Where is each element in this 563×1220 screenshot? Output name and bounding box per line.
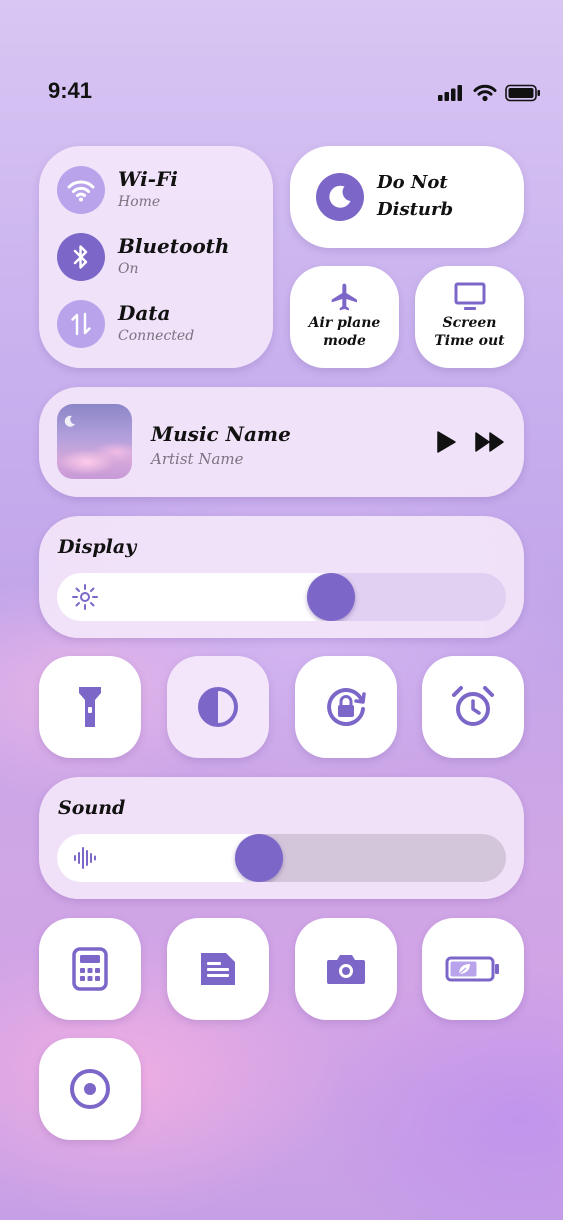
airplane-icon <box>331 283 357 311</box>
bluetooth-icon <box>73 245 88 269</box>
contrast-icon <box>198 687 238 727</box>
brightness-slider-thumb[interactable] <box>307 573 355 621</box>
display-panel: Display <box>39 516 524 638</box>
music-artist: Artist Name <box>151 450 244 468</box>
dnd-label-line2: Disturb <box>377 199 454 220</box>
record-button[interactable] <box>39 1038 141 1140</box>
monitor-icon <box>454 282 485 310</box>
record-icon <box>70 1069 110 1109</box>
volume-slider-thumb[interactable] <box>235 834 283 882</box>
moon-icon <box>329 185 351 208</box>
calculator-icon <box>72 947 108 991</box>
camera-icon <box>327 955 365 984</box>
sound-panel: Sound <box>39 777 524 899</box>
wifi-status-icon <box>473 84 497 102</box>
notes-icon <box>201 953 235 985</box>
screen-timeout-button[interactable]: Screen Time out <box>415 266 524 368</box>
data-toggle[interactable] <box>57 300 105 348</box>
play-icon[interactable] <box>435 430 457 454</box>
wifi-icon <box>67 180 95 202</box>
brightness-icon <box>72 584 98 610</box>
dnd-label-line1: Do Not <box>377 172 448 193</box>
do-not-disturb-button[interactable]: Do Not Disturb <box>290 146 524 248</box>
fast-forward-icon[interactable] <box>474 431 506 453</box>
screen-timeout-label-line2: Time out <box>434 333 505 349</box>
airplane-label-line1: Air plane <box>308 315 381 331</box>
rotation-lock-button[interactable] <box>295 656 397 758</box>
flashlight-button[interactable] <box>39 656 141 758</box>
screen-timeout-label-line1: Screen <box>442 315 497 331</box>
wifi-status: Home <box>118 194 161 210</box>
album-artwork <box>57 404 132 479</box>
bluetooth-toggle[interactable] <box>57 233 105 281</box>
rotation-lock-icon <box>327 688 366 727</box>
brightness-slider[interactable] <box>57 573 506 621</box>
flashlight-icon <box>79 687 101 727</box>
battery-saver-button[interactable] <box>422 918 524 1020</box>
music-title: Music Name <box>151 422 291 446</box>
data-arrows-icon <box>71 312 91 336</box>
alarm-button[interactable] <box>422 656 524 758</box>
bluetooth-status: On <box>118 261 139 277</box>
airplane-label-line2: mode <box>323 333 366 349</box>
bluetooth-label: Bluetooth <box>118 234 230 258</box>
calculator-button[interactable] <box>39 918 141 1020</box>
battery-saver-icon <box>445 956 499 982</box>
battery-status-icon <box>505 84 540 102</box>
contrast-button[interactable] <box>167 656 269 758</box>
cellular-signal-icon <box>438 85 462 101</box>
control-center-screen: 9:41 Wi-Fi Home Bluetooth On Data Connec… <box>0 0 563 1220</box>
camera-button[interactable] <box>295 918 397 1020</box>
display-label: Display <box>58 536 137 558</box>
notes-button[interactable] <box>167 918 269 1020</box>
sound-label: Sound <box>58 797 126 819</box>
data-label: Data <box>118 301 171 325</box>
data-status: Connected <box>118 328 195 344</box>
airplane-mode-button[interactable]: Air plane mode <box>290 266 399 368</box>
wifi-toggle[interactable] <box>57 166 105 214</box>
music-player: Music Name Artist Name <box>39 387 524 497</box>
moon-icon-circle <box>316 173 364 221</box>
wifi-label: Wi-Fi <box>118 167 178 191</box>
status-icons <box>437 84 541 102</box>
alarm-clock-icon <box>452 686 494 726</box>
crescent-moon-artwork-icon <box>64 415 75 427</box>
volume-slider[interactable] <box>57 834 506 882</box>
connectivity-panel: Wi-Fi Home Bluetooth On Data Connected <box>39 146 273 368</box>
status-time: 9:41 <box>48 78 93 103</box>
status-bar: 9:41 <box>0 78 563 112</box>
sound-wave-icon <box>74 847 96 869</box>
